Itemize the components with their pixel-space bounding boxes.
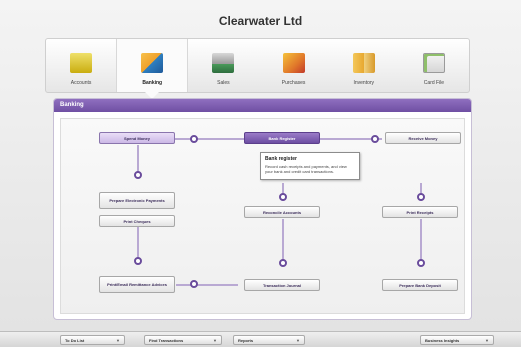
dropdown-label: Business Insights <box>425 337 460 343</box>
bottom-toolbar: To Do List ▼ Find Transactions ▼ Reports… <box>0 331 521 347</box>
command-centre-bar: Accounts Banking Sales Purchases Invento… <box>45 38 470 99</box>
command-purchases[interactable]: Purchases <box>259 39 329 92</box>
prepare-bank-deposit-button[interactable]: Prepare Bank Deposit <box>382 279 458 291</box>
dropdown-label: Find Transactions <box>149 337 184 343</box>
todo-list-dropdown[interactable]: To Do List ▼ <box>60 335 125 345</box>
accounts-icon <box>70 53 93 73</box>
banking-icon <box>141 53 164 73</box>
command-accounts[interactable]: Accounts <box>46 39 116 92</box>
flow-node-icon <box>417 259 425 267</box>
bank-register-tooltip: Bank register Record cash receipts and p… <box>260 152 360 180</box>
print-cheques-button[interactable]: Print Cheques <box>99 215 175 227</box>
find-transactions-dropdown[interactable]: Find Transactions ▼ <box>144 335 222 345</box>
command-label: Accounts <box>70 80 92 86</box>
transaction-journal-button[interactable]: Transaction Journal <box>244 279 320 291</box>
flow-node-icon <box>371 135 379 143</box>
banking-panel: Banking Spend Money Bank Register Receiv… <box>53 98 472 320</box>
command-inventory[interactable]: Inventory <box>329 39 399 92</box>
dropdown-label: To Do List <box>65 337 85 343</box>
purchases-icon <box>282 53 305 73</box>
flow-node-icon <box>190 135 198 143</box>
connector <box>282 219 284 263</box>
print-email-remittance-button[interactable]: Print/Email Remittance Advices <box>99 276 175 293</box>
flow-node-icon <box>417 193 425 201</box>
connector <box>137 223 139 261</box>
chevron-down-icon: ▼ <box>485 337 489 343</box>
business-insights-dropdown[interactable]: Business Insights ▼ <box>420 335 494 345</box>
flow-node-icon <box>279 193 287 201</box>
flow-node-icon <box>190 280 198 288</box>
flow-node-icon <box>134 171 142 179</box>
receive-money-button[interactable]: Receive Money <box>385 132 461 144</box>
window-title: Clearwater Ltd <box>218 14 303 28</box>
tooltip-title: Bank register <box>265 156 297 162</box>
command-sales[interactable]: Sales <box>188 39 258 92</box>
flow-area: Spend Money Bank Register Receive Money … <box>60 118 465 314</box>
reconcile-accounts-button[interactable]: Reconcile Accounts <box>244 206 320 218</box>
sales-icon <box>212 53 235 73</box>
command-label: Card File <box>423 80 445 86</box>
flow-node-icon <box>134 257 142 265</box>
command-banking[interactable]: Banking <box>116 39 189 99</box>
print-receipts-button[interactable]: Print Receipts <box>382 206 458 218</box>
dropdown-label: Reports <box>238 337 254 343</box>
flow-node-icon <box>279 259 287 267</box>
command-label: Purchases <box>281 80 306 86</box>
command-label: Banking <box>142 80 163 86</box>
bank-register-button[interactable]: Bank Register <box>244 132 320 144</box>
inventory-icon <box>352 53 375 73</box>
command-card-file[interactable]: Card File <box>399 39 469 92</box>
connector <box>420 219 422 263</box>
command-label: Inventory <box>353 80 375 86</box>
reports-dropdown[interactable]: Reports ▼ <box>233 335 305 345</box>
card-file-icon <box>422 53 445 73</box>
spend-money-button[interactable]: Spend Money <box>99 132 175 144</box>
prepare-electronic-payments-button[interactable]: Prepare Electronic Payments <box>99 192 175 209</box>
tooltip-body: Record cash receipts and payments, and v… <box>265 164 347 174</box>
chevron-down-icon: ▼ <box>116 337 120 343</box>
chevron-down-icon: ▼ <box>296 337 300 343</box>
panel-header: Banking <box>54 99 471 112</box>
connector <box>176 284 238 286</box>
command-label: Sales <box>217 80 230 86</box>
chevron-down-icon: ▼ <box>213 337 217 343</box>
